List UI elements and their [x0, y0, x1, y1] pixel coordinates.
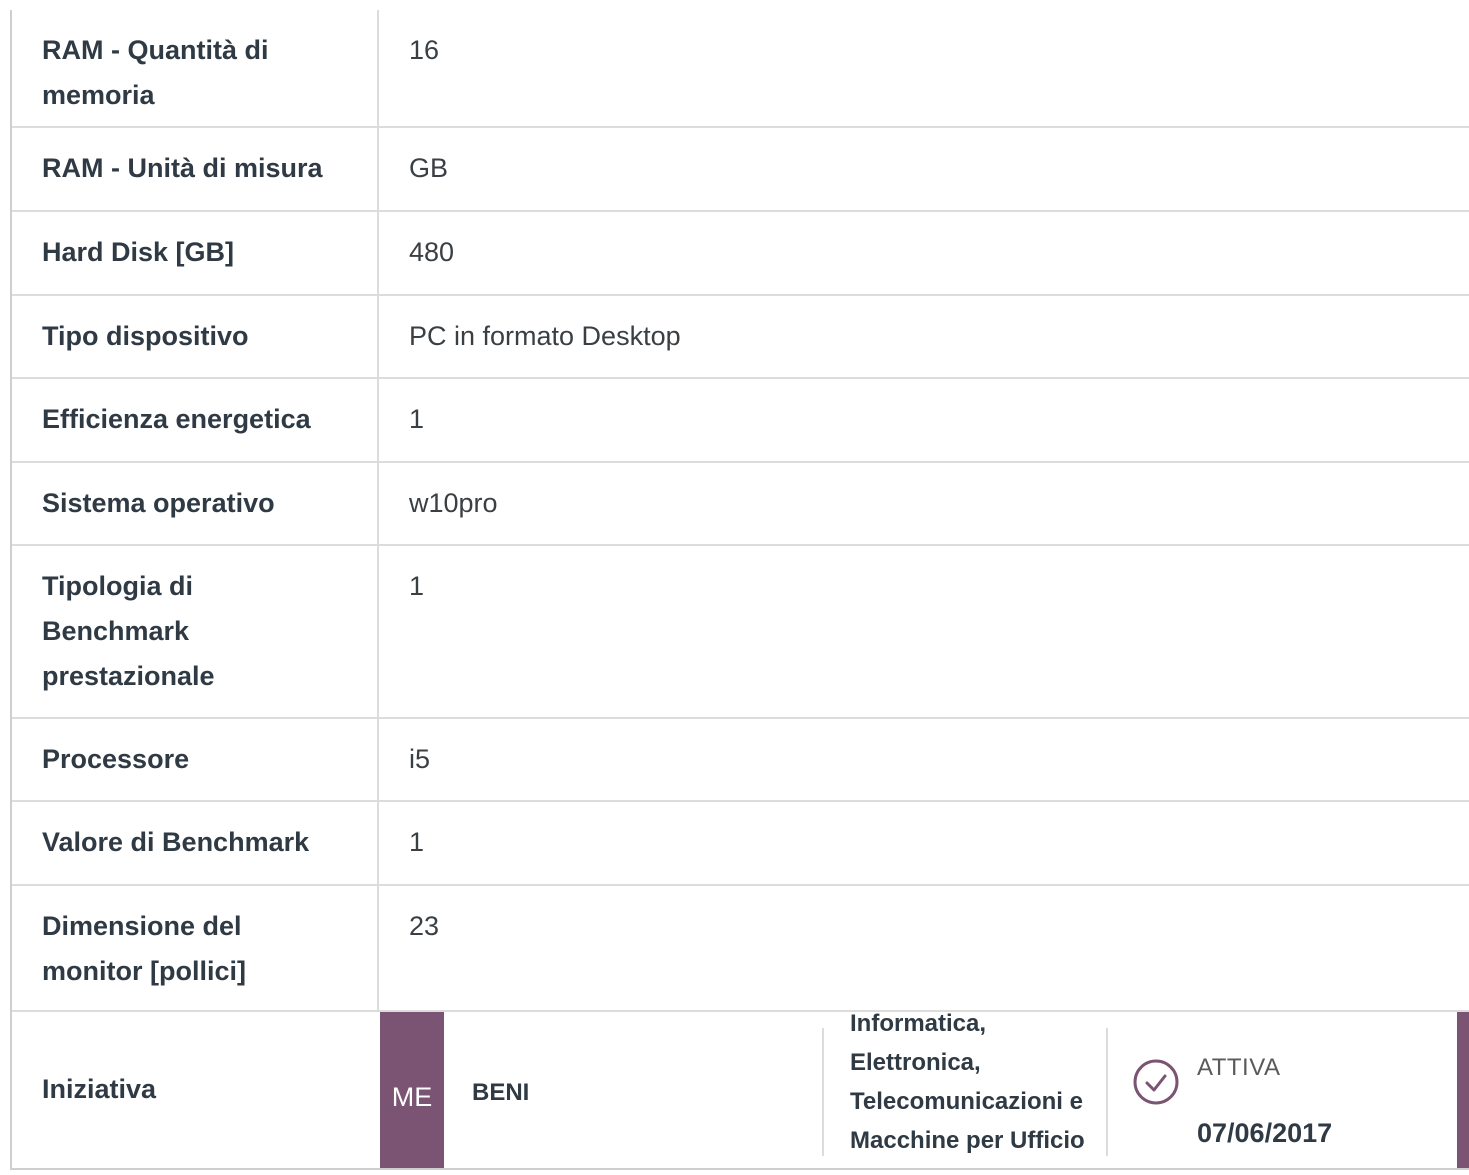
table-row: Dimensione del monitor [pollici] 23: [12, 885, 1469, 1010]
spec-label: Hard Disk [GB]: [12, 211, 379, 296]
spec-value: i5: [378, 718, 1469, 802]
initiative-category: Informatica, Elettronica, Telecomunicazi…: [850, 1010, 1085, 1154]
check-circle-icon: [1133, 1059, 1179, 1105]
divider: [822, 1028, 824, 1156]
spec-label: RAM - Unità di misura: [12, 127, 379, 212]
initiative-row[interactable]: Iniziativa ME BENI Informatica, Elettron…: [12, 1010, 1469, 1168]
spec-label: Sistema operativo: [12, 462, 379, 546]
table-row: Tipologia di Benchmark prestazionale 1: [12, 545, 1469, 719]
table-row: Valore di Benchmark 1: [12, 801, 1469, 886]
spec-value: PC in formato Desktop: [378, 295, 1469, 379]
spec-value: w10pro: [378, 462, 1469, 546]
table-row: Hard Disk [GB] 480: [12, 211, 1469, 296]
initiative-type: BENI: [472, 1079, 530, 1106]
table-row: Tipo dispositivo PC in formato Desktop: [12, 295, 1469, 379]
spec-value: GB: [378, 127, 1469, 212]
spec-value: 480: [378, 211, 1469, 296]
spec-value: 1: [378, 801, 1469, 886]
spec-value: 23: [409, 911, 440, 941]
status-badge: ATTIVA: [1197, 1054, 1281, 1081]
spec-label: Tipo dispositivo: [12, 295, 379, 379]
spec-value: 1: [378, 545, 1469, 719]
table-row: Sistema operativo w10pro: [12, 462, 1469, 546]
spec-label: Tipologia di Benchmark prestazionale: [12, 545, 379, 719]
divider: [1106, 1028, 1108, 1156]
spec-table: RAM - Quantità di memoria 16 RAM - Unità…: [12, 10, 1469, 1010]
product-detail-panel: RAM - Quantità di memoria 16 RAM - Unità…: [10, 10, 1469, 1170]
spec-label: Valore di Benchmark: [12, 801, 379, 886]
initiative-badge: ME: [380, 1012, 444, 1168]
accent-bar: [1457, 1012, 1469, 1168]
table-row: RAM - Quantità di memoria 16: [12, 10, 1469, 128]
table-row: Efficienza energetica 1: [12, 378, 1469, 463]
status-date: 07/06/2017: [1197, 1118, 1333, 1148]
spec-label: Efficienza energetica: [12, 378, 379, 463]
table-row: RAM - Unità di misura GB: [12, 127, 1469, 212]
initiative-label: Iniziativa: [42, 1074, 157, 1104]
spec-value: 16: [378, 10, 1469, 128]
spec-label: Dimensione del monitor [pollici]: [12, 885, 379, 1010]
spec-label: RAM - Quantità di memoria: [12, 10, 379, 128]
spec-label: Processore: [12, 718, 379, 802]
spec-value: 1: [378, 378, 1469, 463]
table-row: Processore i5: [12, 718, 1469, 802]
